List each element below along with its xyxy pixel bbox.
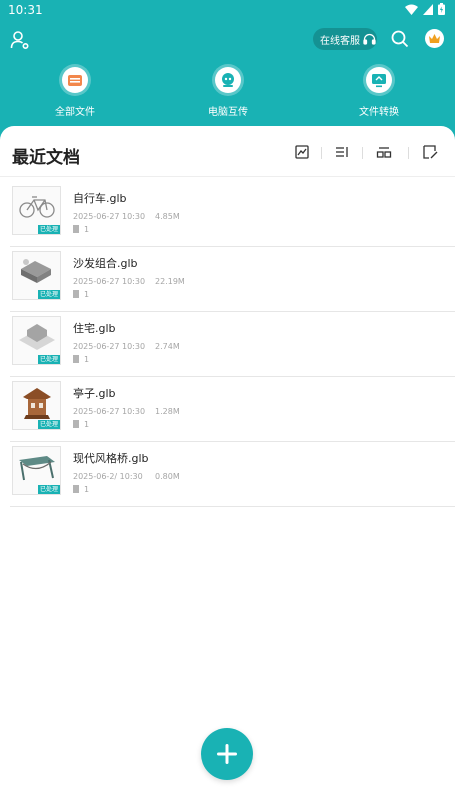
section-title: 最近文档 (12, 148, 80, 168)
processed-badge: 已处理 (37, 420, 60, 429)
search-icon[interactable] (391, 30, 409, 48)
signal-icon (423, 3, 433, 15)
page-count: 1 (84, 225, 90, 234)
toolbar-divider (362, 147, 363, 159)
folder-icon (62, 67, 88, 93)
nav-file-convert[interactable]: 文件转换 (339, 64, 419, 118)
headset-icon (363, 33, 376, 45)
status-time: 10:31 (8, 3, 43, 17)
file-row[interactable]: 已处理 住宅.glb 2025-06-27 10:30 2.74M 1 (10, 312, 455, 377)
scan-icon[interactable] (294, 144, 312, 162)
nav-pc-transfer[interactable]: 电脑互传 (188, 64, 268, 118)
bicycle-thumbnail (19, 196, 55, 218)
nav-icon-ring (59, 64, 91, 96)
transfer-icon (215, 67, 241, 93)
file-name: 住宅.glb (73, 322, 116, 335)
file-row[interactable]: 已处理 沙发组合.glb 2025-06-27 10:30 22.19M 1 (10, 247, 455, 312)
page-icon (73, 420, 79, 428)
page-icon (73, 355, 79, 363)
grid-view-icon[interactable] (376, 144, 394, 162)
status-icons (405, 3, 445, 15)
file-thumbnail: 已处理 (12, 381, 61, 430)
bridge-thumbnail (19, 456, 55, 481)
file-name: 自行车.glb (73, 192, 127, 205)
customer-service-label: 在线客服 (320, 35, 360, 47)
sofa-thumbnail (21, 259, 51, 283)
file-row[interactable]: 已处理 现代风格桥.glb 2025-06-2/ 10:30 0.80M 1 (10, 442, 455, 507)
file-size: 2.74M (155, 342, 180, 351)
battery-icon (438, 3, 445, 15)
file-size: 1.28M (155, 407, 180, 416)
processed-badge: 已处理 (37, 290, 60, 299)
plus-icon (217, 744, 237, 764)
page-count: 1 (84, 355, 90, 364)
file-date: 2025-06-27 10:30 (73, 407, 146, 416)
nav-file-convert-label: 文件转换 (359, 107, 399, 118)
file-thumbnail: 已处理 (12, 446, 61, 495)
nav-all-files[interactable]: 全部文件 (35, 64, 115, 118)
pavilion-thumbnail (23, 388, 51, 419)
status-bar: 10:31 (0, 0, 455, 20)
convert-icon (366, 67, 392, 93)
house-thumbnail (19, 324, 55, 350)
add-file-button[interactable] (201, 728, 253, 780)
nav-pc-transfer-label: 电脑互传 (208, 107, 248, 118)
customer-service-button[interactable]: 在线客服 (313, 28, 377, 50)
vip-crown-icon[interactable] (425, 29, 444, 48)
file-size: 0.80M (155, 472, 180, 481)
toolbar-divider (321, 147, 322, 159)
processed-badge: 已处理 (37, 225, 60, 234)
recent-files-list: 已处理 自行车.glb 2025-06-27 10:30 4.85M 1 已处理… (10, 182, 455, 507)
recent-documents-card: 最近文档 已处理 自行车.glb 2025-06-27 10:30 4.85M … (0, 126, 455, 809)
file-date: 2025-06-27 10:30 (73, 277, 146, 286)
edit-icon[interactable] (422, 144, 440, 162)
page-count: 1 (84, 420, 90, 429)
sort-icon[interactable] (334, 144, 352, 162)
file-row[interactable]: 已处理 自行车.glb 2025-06-27 10:30 4.85M 1 (10, 182, 455, 247)
file-thumbnail: 已处理 (12, 251, 61, 300)
processed-badge: 已处理 (37, 485, 60, 494)
file-row[interactable]: 已处理 亭子.glb 2025-06-27 10:30 1.28M 1 (10, 377, 455, 442)
nav-all-files-label: 全部文件 (55, 107, 95, 118)
page-count: 1 (84, 290, 90, 299)
file-size: 4.85M (155, 212, 180, 221)
nav-icon-ring (212, 64, 244, 96)
page-icon (73, 485, 79, 493)
file-name: 沙发组合.glb (73, 257, 138, 270)
file-name: 现代风格桥.glb (73, 452, 149, 465)
file-date: 2025-06-2/ 10:30 (73, 472, 143, 481)
file-date: 2025-06-27 10:30 (73, 342, 146, 351)
page-icon (73, 225, 79, 233)
header-divider (0, 176, 455, 177)
page-icon (73, 290, 79, 298)
processed-badge: 已处理 (37, 355, 60, 364)
profile-icon[interactable] (10, 30, 30, 50)
toolbar-divider (408, 147, 409, 159)
file-name: 亭子.glb (73, 387, 116, 400)
page-count: 1 (84, 485, 90, 494)
file-date: 2025-06-27 10:30 (73, 212, 146, 221)
file-thumbnail: 已处理 (12, 186, 61, 235)
file-size: 22.19M (155, 277, 185, 286)
wifi-icon (405, 4, 418, 15)
nav-icon-ring (363, 64, 395, 96)
file-thumbnail: 已处理 (12, 316, 61, 365)
